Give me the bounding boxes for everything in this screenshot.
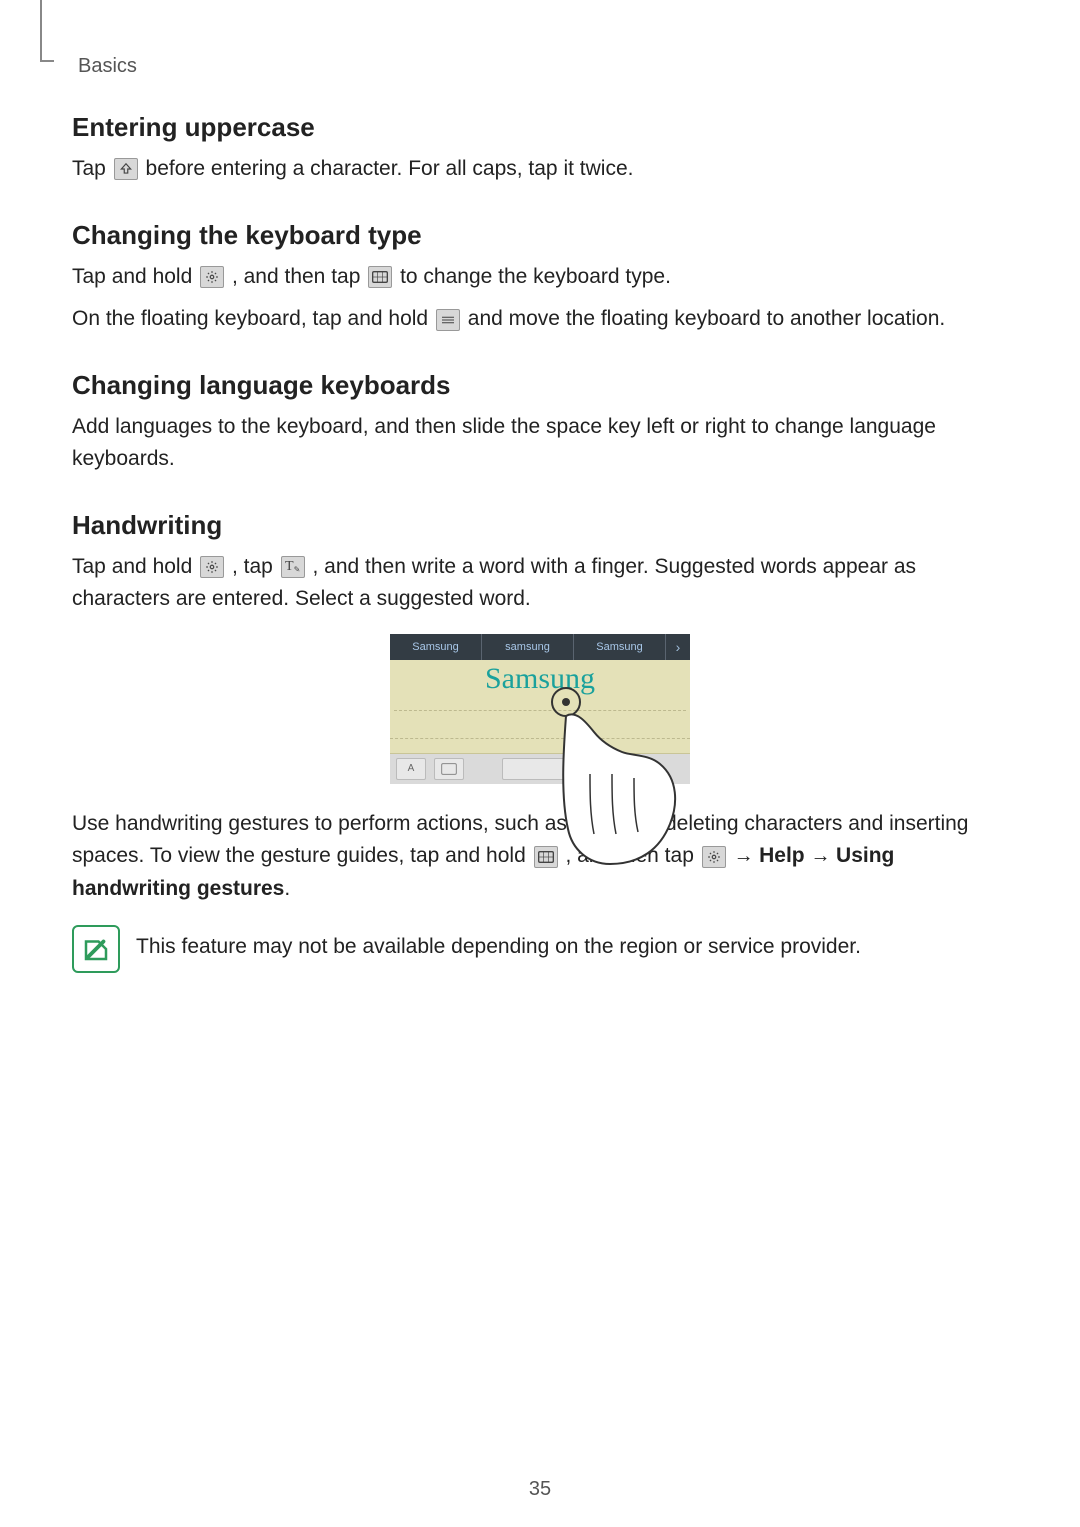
- keyboard-illustration: Samsung samsung Samsung › Samsung A: [390, 634, 690, 784]
- page-number: 35: [0, 1478, 1080, 1501]
- para-lang: Add languages to the keyboard, and then …: [72, 411, 1008, 476]
- header-section-label: Basics: [78, 55, 1008, 78]
- keyboard-button-row: A: [390, 754, 690, 784]
- para-handwriting-2: Use handwriting gestures to perform acti…: [72, 808, 1008, 906]
- para-kbtype-1: Tap and hold , and then tap to change th…: [72, 261, 1008, 294]
- gear-icon: [200, 266, 224, 288]
- para-kbtype-2: On the floating keyboard, tap and hold a…: [72, 303, 1008, 336]
- para-uppercase: Tap before entering a character. For all…: [72, 153, 1008, 186]
- handwriting-illustration: Samsung samsung Samsung › Samsung A: [72, 634, 1008, 784]
- suggestion-more-icon: ›: [666, 639, 690, 655]
- note-icon: [72, 925, 120, 973]
- drag-handle-icon: [436, 309, 460, 331]
- handwriting-text: Samsung: [390, 660, 690, 696]
- gear-icon: [200, 556, 224, 578]
- heading-lang: Changing language keyboards: [72, 370, 1008, 401]
- keyboard-type-icon: [534, 846, 558, 868]
- gear-icon: [702, 846, 726, 868]
- menu-path-help: Help: [759, 844, 805, 867]
- suggestion-bar: Samsung samsung Samsung ›: [390, 634, 690, 660]
- shift-icon: [114, 158, 138, 180]
- suggestion-item: samsung: [482, 634, 574, 660]
- arrow-icon: →: [810, 845, 836, 867]
- para-handwriting-1: Tap and hold , tap T✎ , and then write a…: [72, 551, 1008, 616]
- heading-handwriting: Handwriting: [72, 510, 1008, 541]
- page: Basics Entering uppercase Tap before ent…: [0, 0, 1080, 1527]
- keyboard-switch-button: [434, 758, 464, 780]
- arrow-icon: →: [734, 845, 760, 867]
- text: , and then write a word with a finger. S…: [72, 555, 916, 611]
- letter-mode-button: A: [396, 758, 426, 780]
- text: Tap and hold: [72, 265, 198, 288]
- note-block: This feature may not be available depend…: [72, 925, 1008, 973]
- keyboard-type-icon: [368, 266, 392, 288]
- header-ribbon: [40, 0, 54, 62]
- text: Tap and hold: [72, 555, 198, 578]
- note-text: This feature may not be available depend…: [136, 931, 861, 964]
- text: before entering a character. For all cap…: [146, 157, 634, 180]
- handwriting-strip: [390, 739, 690, 754]
- text: .: [284, 877, 290, 900]
- suggestion-item: Samsung: [574, 634, 666, 660]
- text: , tap: [232, 555, 279, 578]
- spacebar: [502, 758, 574, 780]
- heading-uppercase: Entering uppercase: [72, 112, 1008, 143]
- text: and move the floating keyboard to anothe…: [468, 307, 945, 330]
- text: , and then tap: [565, 844, 699, 867]
- text: On the floating keyboard, tap and hold: [72, 307, 434, 330]
- heading-kbtype: Changing the keyboard type: [72, 220, 1008, 251]
- handwriting-mode-icon: T✎: [281, 556, 305, 578]
- text: , and then tap: [232, 265, 366, 288]
- handwriting-input-area: Samsung: [390, 660, 690, 739]
- text: to change the keyboard type.: [400, 265, 671, 288]
- text: Tap: [72, 157, 112, 180]
- suggestion-item: Samsung: [390, 634, 482, 660]
